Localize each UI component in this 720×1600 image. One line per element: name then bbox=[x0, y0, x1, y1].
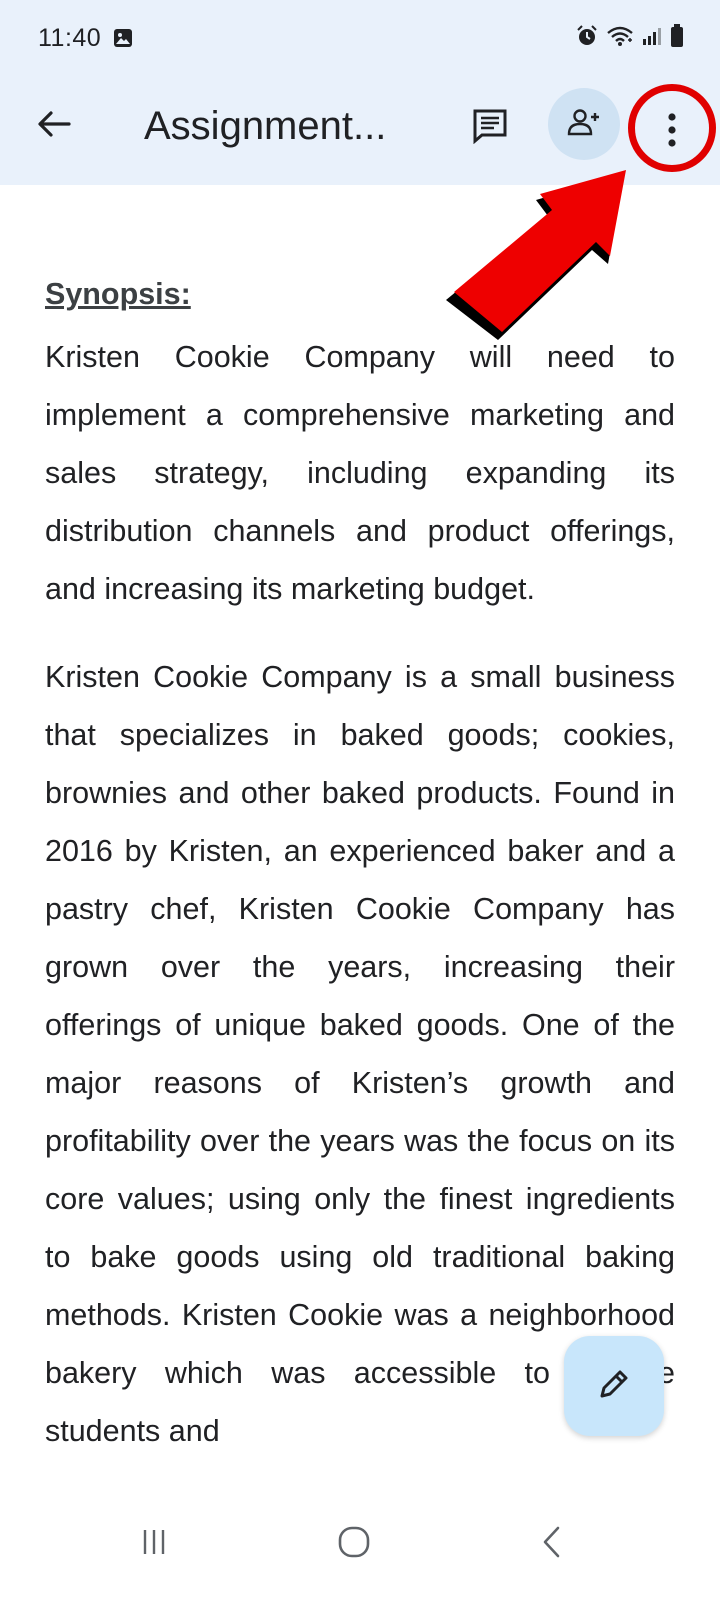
back-button[interactable] bbox=[28, 100, 80, 152]
nav-back-button[interactable] bbox=[522, 1514, 582, 1574]
photo-icon bbox=[113, 28, 133, 48]
document-title: Assignment... bbox=[144, 104, 387, 148]
battery-icon bbox=[670, 23, 684, 53]
home-icon bbox=[337, 1525, 371, 1564]
signal-icon bbox=[642, 26, 662, 51]
share-button[interactable] bbox=[548, 88, 620, 160]
status-icons bbox=[576, 23, 684, 53]
top-header: 11:40 Assignment... bbox=[0, 0, 720, 185]
comments-button[interactable] bbox=[468, 106, 512, 150]
back-icon bbox=[540, 1525, 564, 1564]
alarm-icon bbox=[576, 24, 598, 52]
recent-apps-button[interactable] bbox=[124, 1514, 184, 1574]
pencil-icon bbox=[596, 1366, 632, 1407]
comment-icon bbox=[472, 108, 508, 149]
status-bar: 11:40 bbox=[0, 0, 720, 78]
home-button[interactable] bbox=[324, 1514, 384, 1574]
paragraph-1: Kristen Cookie Company will need to impl… bbox=[45, 340, 675, 606]
wifi-icon bbox=[606, 25, 634, 52]
add-person-icon bbox=[567, 107, 601, 142]
edit-button[interactable] bbox=[564, 1336, 664, 1436]
status-time: 11:40 bbox=[38, 24, 102, 52]
annotation-circle bbox=[628, 84, 716, 172]
document-body: Synopsis: Kristen Cookie Company will ne… bbox=[45, 270, 675, 1490]
back-arrow-icon bbox=[37, 110, 71, 143]
synopsis-heading: Synopsis: bbox=[45, 277, 191, 311]
recent-apps-icon bbox=[139, 1527, 169, 1562]
system-nav-bar bbox=[0, 1500, 720, 1600]
